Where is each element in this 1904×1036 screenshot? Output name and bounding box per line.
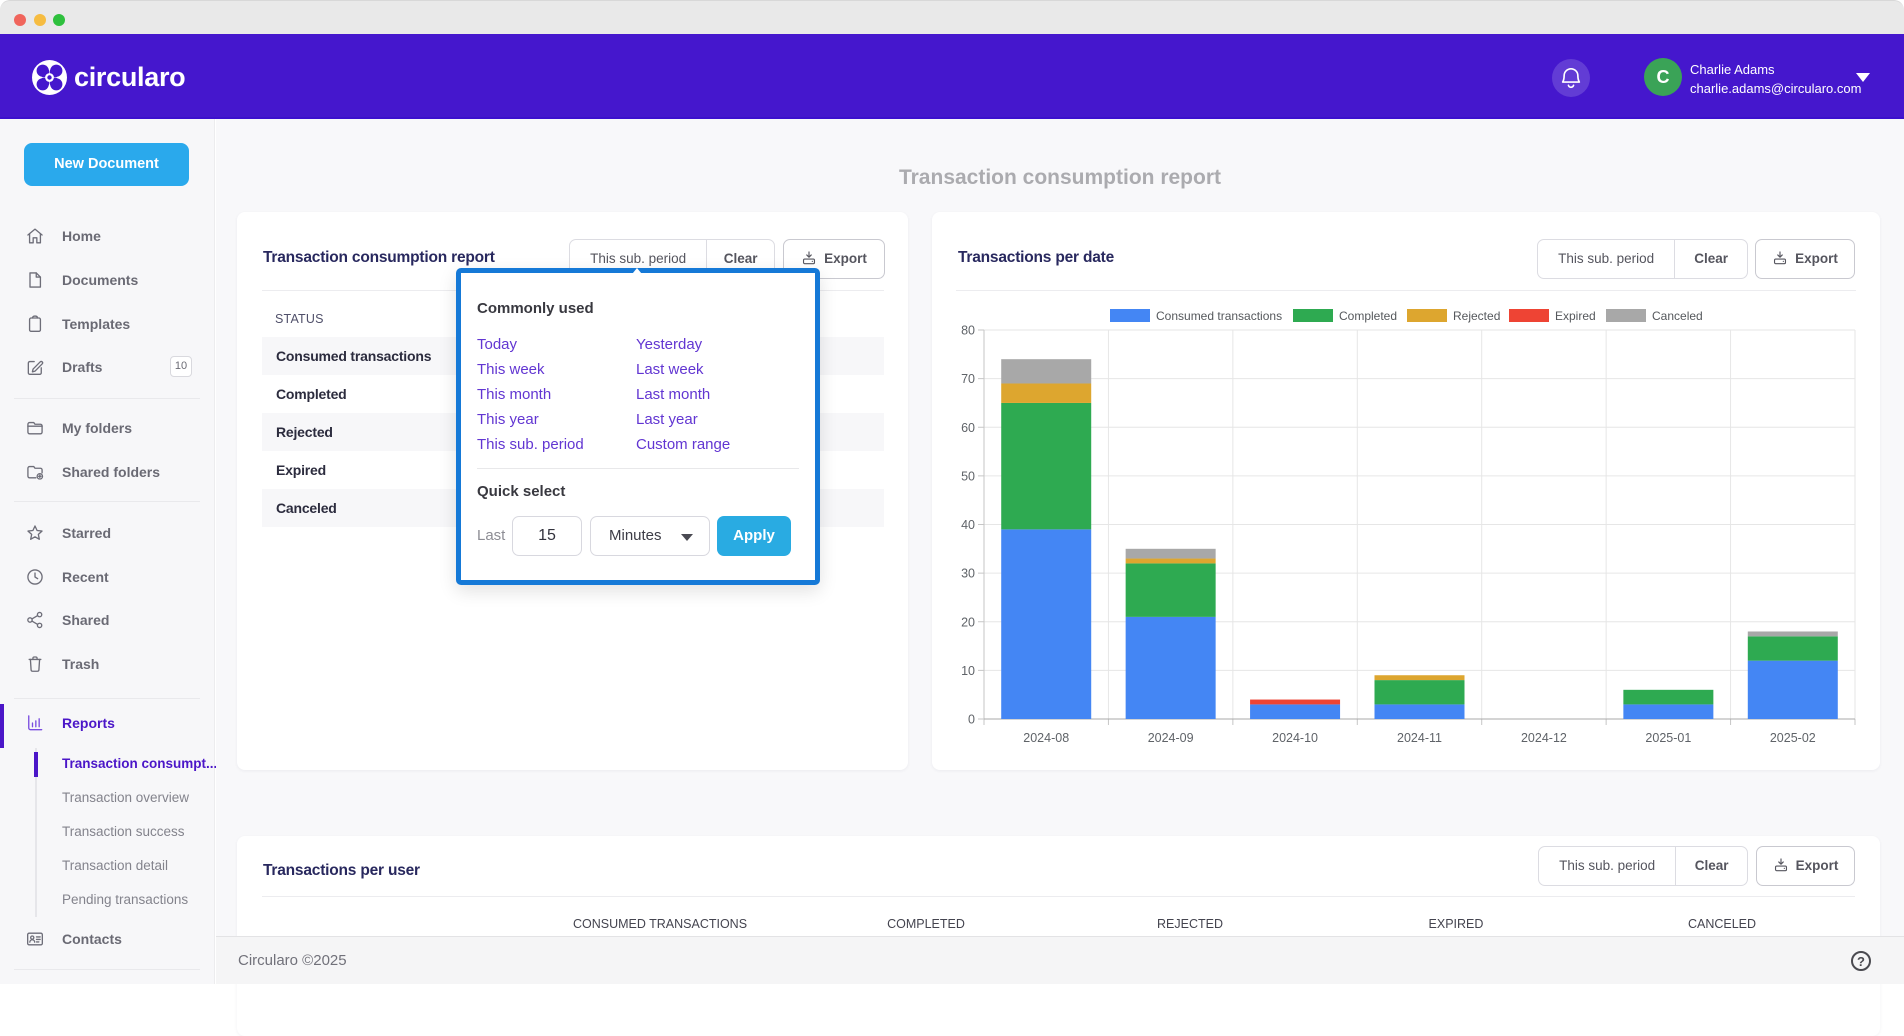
svg-text:0: 0	[968, 713, 975, 727]
svg-text:2025-02: 2025-02	[1770, 731, 1816, 745]
svg-text:30: 30	[961, 567, 975, 581]
svg-text:40: 40	[961, 518, 975, 532]
svg-text:80: 80	[961, 324, 975, 338]
svg-text:Expired: Expired	[1555, 309, 1596, 323]
svg-text:50: 50	[961, 469, 975, 483]
svg-text:2024-11: 2024-11	[1397, 731, 1442, 745]
svg-text:Rejected: Rejected	[1453, 309, 1500, 323]
svg-text:Consumed transactions: Consumed transactions	[1156, 309, 1282, 323]
svg-text:2024-12: 2024-12	[1521, 731, 1567, 745]
svg-text:2025-01: 2025-01	[1645, 731, 1691, 745]
svg-text:Canceled: Canceled	[1652, 309, 1703, 323]
svg-text:70: 70	[961, 372, 975, 386]
svg-text:2024-10: 2024-10	[1272, 731, 1318, 745]
svg-text:60: 60	[961, 421, 975, 435]
svg-text:2024-08: 2024-08	[1023, 731, 1069, 745]
svg-text:20: 20	[961, 615, 975, 629]
svg-text:10: 10	[961, 664, 975, 678]
svg-text:Completed: Completed	[1339, 309, 1397, 323]
svg-text:2024-09: 2024-09	[1148, 731, 1194, 745]
